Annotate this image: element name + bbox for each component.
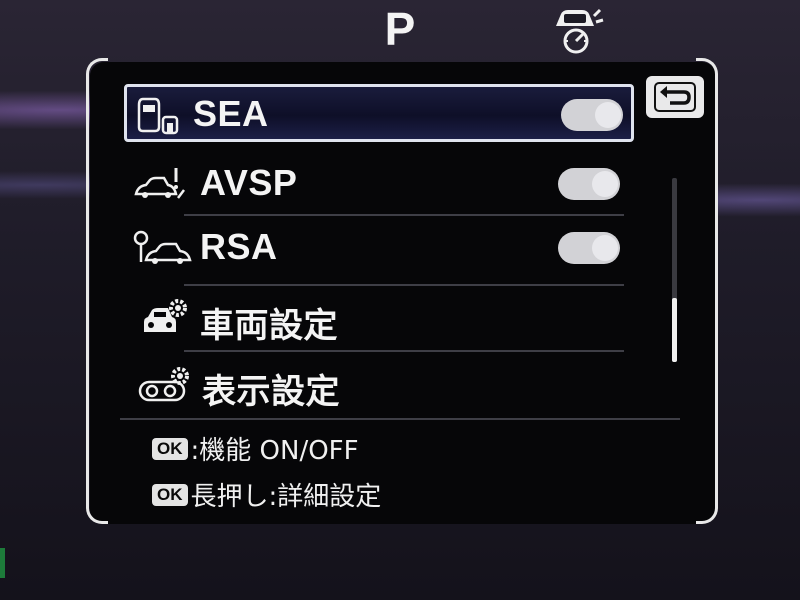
help-line-toggle: OK :機能 ON/OFF — [152, 430, 359, 467]
toggle-knob — [592, 235, 618, 261]
ok-button-badge: OK — [152, 437, 188, 460]
panel-frame-right — [696, 58, 718, 524]
toggle-knob — [592, 171, 618, 197]
return-arrow-icon — [654, 82, 696, 112]
gear-indicator: P — [384, 3, 416, 55]
rsa-toggle[interactable] — [558, 232, 620, 264]
divider — [120, 418, 680, 420]
panel-frame-left — [86, 58, 108, 524]
menu-item-label: RSA — [200, 226, 278, 267]
menu-item-rsa[interactable]: RSA — [124, 220, 634, 278]
menu-item-vehicle-settings[interactable]: 車両設定 — [124, 290, 634, 348]
avsp-toggle[interactable] — [558, 168, 620, 200]
back-button[interactable] — [646, 76, 704, 118]
divider — [184, 214, 624, 216]
scrollbar-thumb[interactable] — [672, 298, 677, 362]
menu-item-label: AVSP — [200, 162, 298, 203]
scrollbar[interactable] — [672, 178, 677, 362]
help-line-longpress: OK 長押し:詳細設定 — [152, 476, 381, 513]
menu-item-label: 表示設定 — [202, 372, 340, 412]
display-gear-icon — [138, 367, 189, 402]
toggle-knob — [595, 102, 621, 128]
menu-item-avsp[interactable]: AVSP — [124, 156, 634, 214]
edge-glow — [0, 548, 5, 578]
car-road-sign-icon — [133, 230, 192, 264]
car-gear-icon — [144, 299, 187, 332]
menu-item-display-settings[interactable]: 表示設定 — [124, 356, 634, 414]
car-obstacle-alert-icon — [134, 168, 185, 199]
car-door-sensor-icon — [137, 97, 179, 135]
help-text: :機能 ON/OFF — [190, 436, 359, 466]
sea-toggle[interactable] — [561, 99, 623, 131]
help-text: 長押し:詳細設定 — [190, 482, 382, 512]
ok-button-badge: OK — [152, 483, 188, 506]
menu-item-label: 車両設定 — [200, 306, 338, 346]
menu-item-sea[interactable]: SEA — [124, 84, 634, 142]
divider — [184, 350, 624, 352]
car-speedometer-icon — [556, 8, 604, 54]
divider — [184, 284, 624, 286]
menu-item-label: SEA — [193, 93, 269, 134]
